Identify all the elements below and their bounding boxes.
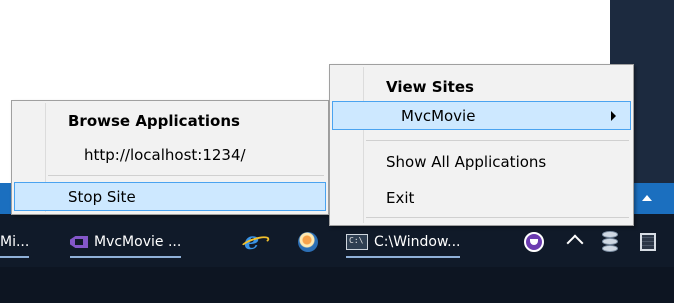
taskbar-item-mi[interactable]: Mi... [0,228,30,258]
square-icon[interactable] [640,233,656,251]
view-sites-menu: View Sites MvcMovie Show All Application… [329,64,634,226]
taskbar-bottom [0,267,674,303]
taskbar-item-mvcmovie-label: MvcMovie ... [94,234,182,250]
menu-separator [48,175,324,176]
menu-item-mvcmovie[interactable]: MvcMovie [332,101,631,130]
internet-explorer-icon [242,226,264,255]
menu-item-localhost-url[interactable]: http://localhost:1234/ [14,140,326,169]
menu-item-stop-site[interactable]: Stop Site [14,182,326,211]
taskbar-item-ie[interactable] [242,226,270,256]
command-prompt-icon [346,234,368,250]
taskbar-item-cmd[interactable]: C:\Window... [346,228,461,258]
view-sites-header: View Sites [386,77,474,96]
menu-item-mvcmovie-label: MvcMovie [401,106,476,125]
taskbar-item-cmd-label: C:\Window... [374,234,461,250]
browse-applications-header: Browse Applications [68,111,240,130]
purple-circle-icon[interactable] [524,232,544,252]
visual-studio-icon [70,234,88,250]
taskbar-item-iis[interactable] [298,228,324,256]
menu-item-exit[interactable]: Exit [332,183,631,212]
iis-express-icon [298,232,318,252]
menu-item-show-all-applications[interactable]: Show All Applications [332,147,631,176]
up-arrow-icon[interactable] [642,195,652,201]
taskbar-item-mvcmovie[interactable]: MvcMovie ... [70,228,182,258]
submenu-arrow-icon [611,111,616,121]
browse-applications-menu: Browse Applications http://localhost:123… [11,100,329,215]
database-icon[interactable] [602,231,618,253]
menu-separator-bottom [366,217,629,218]
taskbar-item-mi-label: Mi... [0,234,30,250]
menu-separator [366,140,629,141]
